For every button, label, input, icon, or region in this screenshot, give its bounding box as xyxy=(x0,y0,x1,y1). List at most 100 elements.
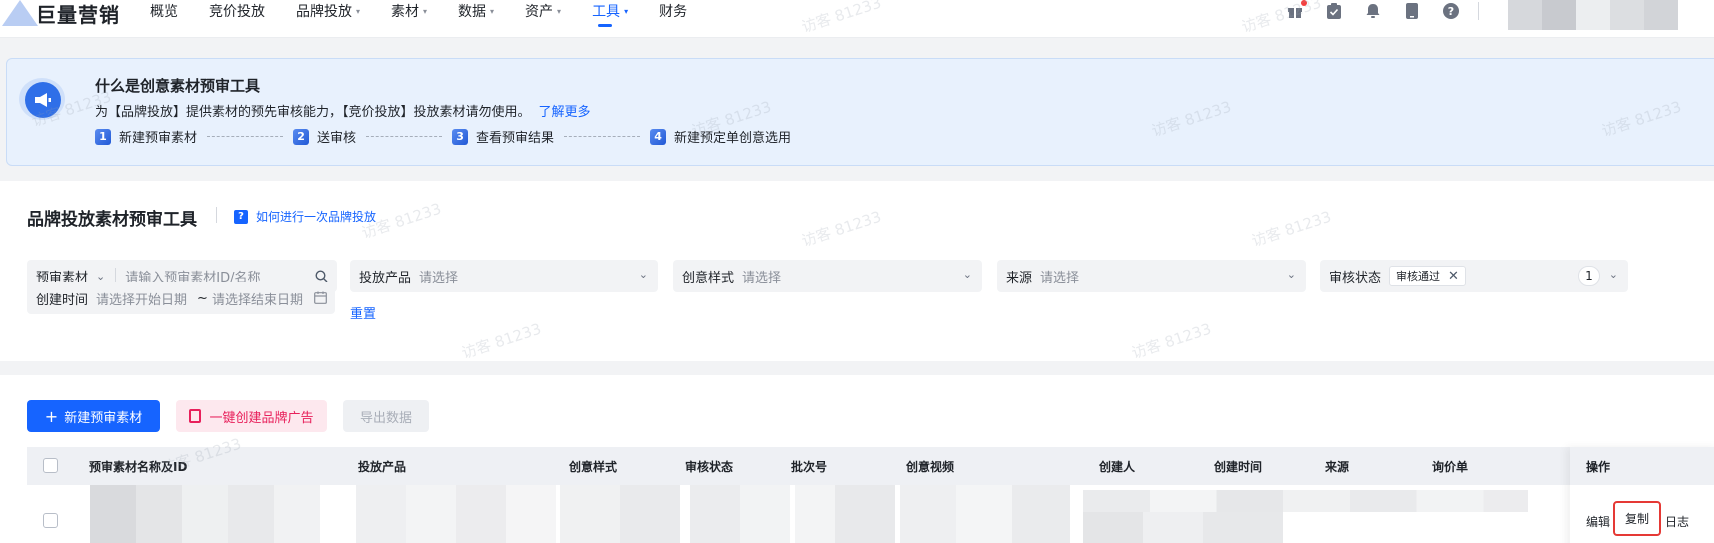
brand-help-link[interactable]: ? 如何进行一次品牌投放 xyxy=(234,208,376,225)
caret-down-icon: ▾ xyxy=(490,6,495,16)
chevron-down-icon: ⌄ xyxy=(638,268,648,281)
created-time-range[interactable]: 创建时间 请选择开始日期 ~ 请选择结束日期 xyxy=(27,282,335,314)
row-checkbox[interactable] xyxy=(43,513,58,528)
actions-header-bg: 操作 xyxy=(1570,447,1714,485)
nav-item-tools[interactable]: 工具 ▾ xyxy=(592,0,628,27)
creative-style-select[interactable]: 创意样式 请选择 ⌄ xyxy=(673,260,982,292)
table-header: 预审素材名称及ID 投放产品 创意样式 审核状态 批次号 创意视频 创建人 创建… xyxy=(27,447,1714,485)
nav-item-brand[interactable]: 品牌投放 ▾ xyxy=(296,0,360,22)
source-select[interactable]: 来源 请选择 ⌄ xyxy=(997,260,1306,292)
column-header: 创意样式 xyxy=(569,460,618,474)
nav-item-data[interactable]: 数据 ▾ xyxy=(458,0,494,22)
column-header: 创建人 xyxy=(1099,460,1136,474)
filter-placeholder: 请选择 xyxy=(742,270,782,286)
nav-label: 竞价投放 xyxy=(209,4,265,20)
nav-label: 资产 xyxy=(525,4,554,20)
blurred-style-cell xyxy=(560,485,680,543)
start-date-input[interactable]: 请选择开始日期 xyxy=(96,289,187,308)
export-data-button: 导出数据 xyxy=(343,400,429,432)
column-header: 批次号 xyxy=(791,460,828,474)
end-date-input[interactable]: 请选择结束日期 xyxy=(212,289,303,308)
chevron-down-icon[interactable]: ⌄ xyxy=(96,270,105,283)
blurred-meta-cells xyxy=(1083,490,1528,512)
step-2: 2 送审核 xyxy=(293,127,356,146)
column-header: 操作 xyxy=(1586,460,1611,474)
help-icon[interactable]: ? xyxy=(1442,2,1460,20)
selected-count-badge: 1 xyxy=(1578,266,1600,286)
select-all-checkbox[interactable] xyxy=(43,458,58,473)
reset-button[interactable]: 重置 xyxy=(350,303,376,322)
edit-action[interactable]: 编辑 xyxy=(1586,513,1610,530)
column-header: 来源 xyxy=(1325,460,1350,474)
logo-text: 巨量营销 xyxy=(36,2,120,27)
step-label: 新建预审素材 xyxy=(119,131,198,146)
nav-item-bidding[interactable]: 竞价投放 xyxy=(209,0,265,22)
account-info-blurred[interactable] xyxy=(1508,0,1678,30)
nav-item-finance[interactable]: 财务 xyxy=(659,0,687,22)
nav-label: 素材 xyxy=(391,4,420,20)
create-brand-ad-button[interactable]: 一键创建品牌广告 xyxy=(176,400,327,432)
step-number-icon: 1 xyxy=(95,128,111,145)
phone-icon[interactable] xyxy=(1403,2,1421,20)
nav-item-assets[interactable]: 资产 ▾ xyxy=(525,0,561,22)
blurred-batch-cell xyxy=(795,485,895,543)
plus-icon: + xyxy=(44,406,59,426)
step-1: 1 新建预审素材 xyxy=(95,127,197,146)
selected-tag: 审核通过 ✕ xyxy=(1389,266,1466,286)
question-icon: ? xyxy=(234,209,248,224)
filter-label: 审核状态 xyxy=(1329,270,1382,286)
review-status-select[interactable]: 审核状态 审核通过 ✕ 1 ⌄ xyxy=(1320,260,1628,292)
step-label: 送审核 xyxy=(317,131,357,146)
caret-down-icon: ▾ xyxy=(423,6,428,16)
logo-mark-icon xyxy=(0,0,40,28)
banner-description: 为【品牌投放】提供素材的预先审核能力，【竞价投放】投放素材请勿使用。 了解更多 xyxy=(95,101,591,120)
blurred-video-cell xyxy=(900,485,1070,543)
date-range-separator: ~ xyxy=(197,290,208,306)
logo[interactable]: 巨量营销 xyxy=(0,0,120,28)
nav-label: 数据 xyxy=(458,4,487,20)
top-navigation-bar: 巨量营销 概览 竞价投放 品牌投放 ▾ 素材 ▾ 数据 ▾ 资产 ▾ 工具 ▾ 财务 ? xyxy=(0,0,1714,38)
copy-action[interactable]: 复制 xyxy=(1613,501,1661,536)
button-label: 导出数据 xyxy=(359,410,412,426)
filter-label: 投放产品 xyxy=(359,270,412,286)
filter-label: 来源 xyxy=(1006,270,1033,286)
step-connector xyxy=(366,136,443,137)
step-number-icon: 2 xyxy=(293,128,310,145)
tag-label: 审核通过 xyxy=(1396,270,1441,283)
material-list: + 新建预审素材 一键创建品牌广告 导出数据 预审素材名称及ID 投放产品 创意… xyxy=(0,375,1714,543)
nav-item-material[interactable]: 素材 ▾ xyxy=(391,0,427,22)
blurred-status-cell xyxy=(690,485,790,543)
column-header: 预审素材名称及ID xyxy=(89,460,188,474)
filter-placeholder: 请选择 xyxy=(419,270,459,286)
divider xyxy=(1478,2,1479,20)
gift-icon[interactable] xyxy=(1286,0,1307,20)
step-3: 3 查看预审结果 xyxy=(452,127,554,146)
column-header: 审核状态 xyxy=(685,460,734,474)
blurred-material-cell xyxy=(90,485,320,543)
intro-banner: 什么是创意素材预审工具 为【品牌投放】提供素材的预先审核能力，【竞价投放】投放素… xyxy=(6,58,1714,166)
filter-label: 创意样式 xyxy=(682,270,735,286)
chevron-down-icon: ⌄ xyxy=(1608,268,1618,281)
nav-item-overview[interactable]: 概览 xyxy=(150,0,178,22)
bell-icon[interactable] xyxy=(1364,2,1382,20)
nav-label: 品牌投放 xyxy=(296,4,352,20)
step-number-icon: 4 xyxy=(650,128,667,145)
filter-label: 创建时间 xyxy=(36,292,89,308)
step-label: 查看预审结果 xyxy=(476,131,555,146)
column-header: 创意视频 xyxy=(906,460,955,474)
main-nav: 概览 竞价投放 品牌投放 ▾ 素材 ▾ 数据 ▾ 资产 ▾ 工具 ▾ 财务 xyxy=(150,0,718,27)
product-select[interactable]: 投放产品 请选择 ⌄ xyxy=(350,260,658,292)
notification-dot xyxy=(1301,0,1307,6)
log-action[interactable]: 日志 xyxy=(1665,513,1689,530)
divider xyxy=(216,207,217,223)
step-connector xyxy=(207,136,284,137)
close-icon[interactable]: ✕ xyxy=(1448,269,1459,284)
new-material-button[interactable]: + 新建预审素材 xyxy=(27,400,160,432)
help-link-label: 如何进行一次品牌投放 xyxy=(256,210,377,224)
clipboard-check-icon[interactable] xyxy=(1325,2,1343,20)
workflow-steps: 1 新建预审素材 2 送审核 3 查看预审结果 4 新建预定单创意选用 xyxy=(95,127,791,146)
svg-text:?: ? xyxy=(1448,5,1454,18)
learn-more-link[interactable]: 了解更多 xyxy=(539,105,591,120)
button-label: 一键创建品牌广告 xyxy=(209,410,314,426)
top-icons: ? xyxy=(1286,0,1479,22)
